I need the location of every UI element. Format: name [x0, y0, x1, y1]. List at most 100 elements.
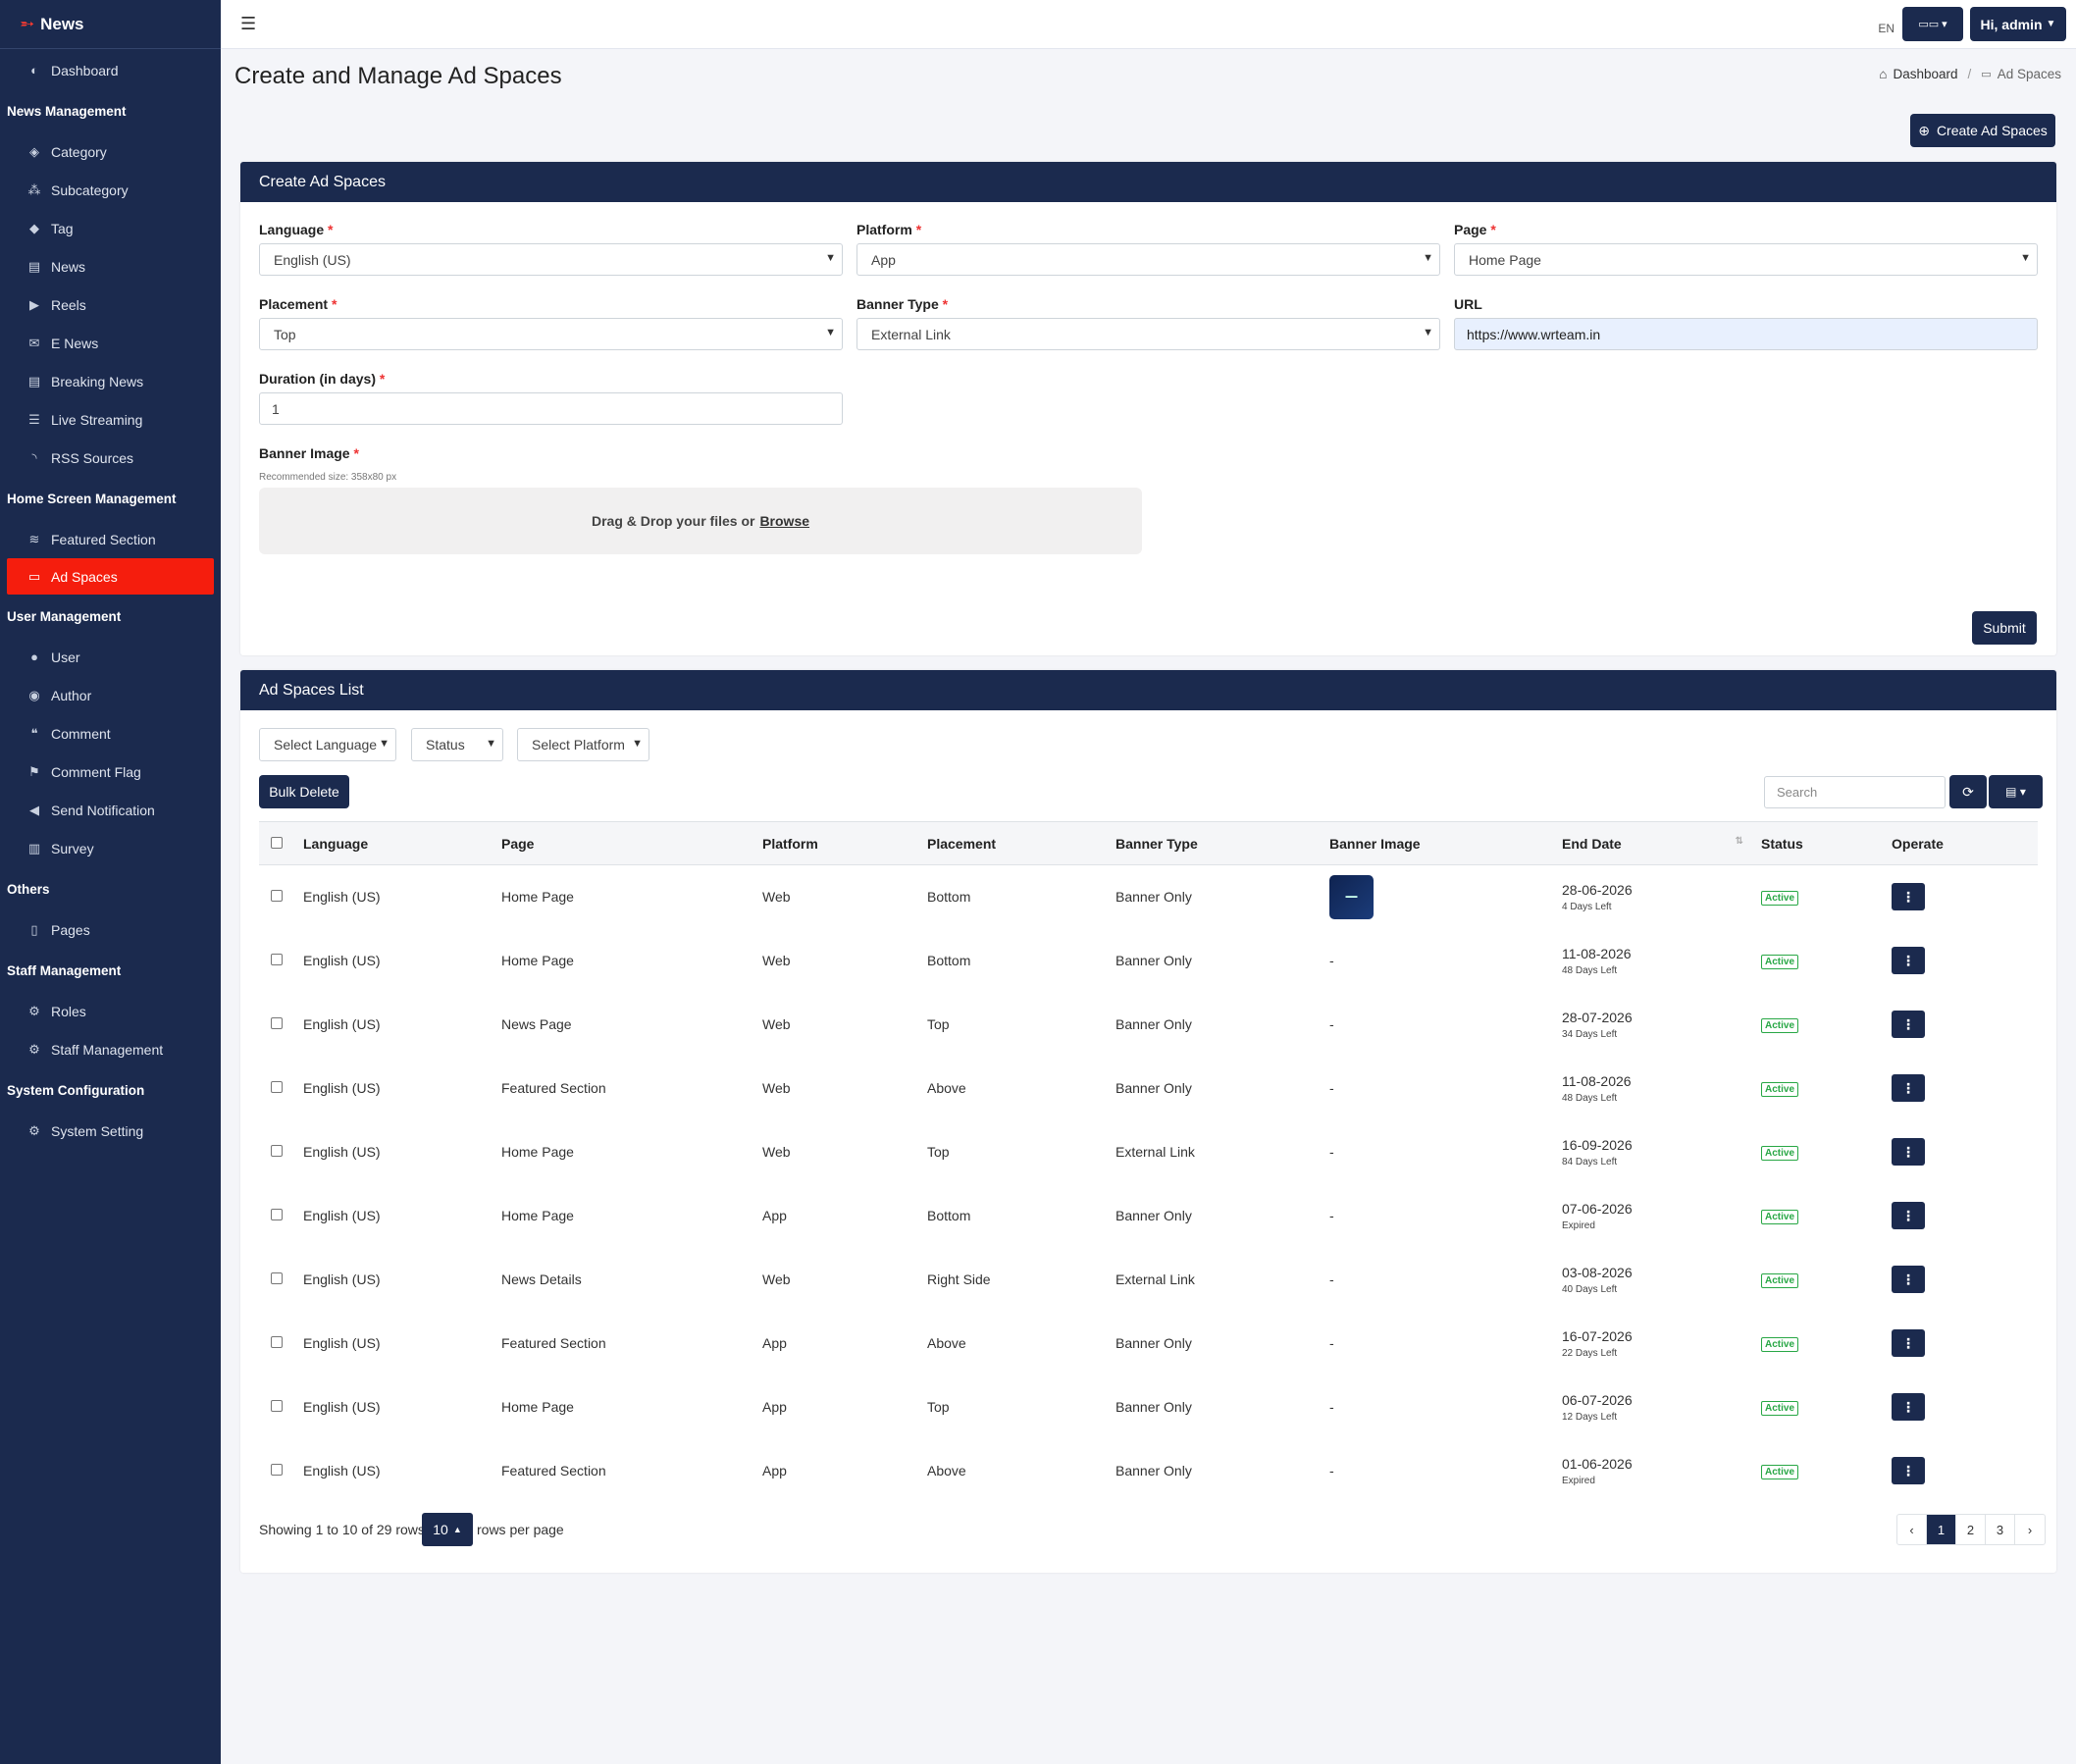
banner-image-empty: - [1329, 1271, 1334, 1287]
banner-type-select[interactable]: External Link ▼ [856, 318, 1440, 350]
sidebar-item-user[interactable]: ● User [0, 638, 221, 676]
sidebar-item-roles[interactable]: ⚙ Roles [0, 992, 221, 1030]
col-banner-image[interactable]: Banner Image [1329, 821, 1562, 865]
refresh-button[interactable]: ⟳ [1949, 775, 1987, 808]
col-page[interactable]: Page [501, 821, 762, 865]
operate-menu-button[interactable]: ⋮ [1892, 1074, 1925, 1102]
row-checkbox[interactable] [271, 1464, 283, 1476]
sidebar-item-survey[interactable]: ▥ Survey [0, 829, 221, 867]
user-menu-button[interactable]: Hi, admin ▼ [1970, 7, 2066, 41]
sidebar-item-e-news[interactable]: ✉ E News [0, 324, 221, 362]
url-input[interactable]: https://www.wrteam.in [1454, 318, 2038, 350]
sidebar-item-featured-section[interactable]: ≋ Featured Section [0, 520, 221, 558]
ad-icon: ▭ [1981, 69, 1992, 80]
days-left: 84 Days Left [1562, 1156, 1618, 1167]
select-language-filter[interactable]: Select Language ▼ [259, 728, 396, 761]
search-input[interactable]: Search [1764, 776, 1946, 808]
ellipsis-vertical-icon: ⋮ [1901, 1271, 1915, 1287]
page-select[interactable]: Home Page ▼ [1454, 243, 2038, 276]
sidebar-item-subcategory[interactable]: ⁂ Subcategory [0, 171, 221, 209]
row-checkbox[interactable] [271, 1272, 283, 1284]
sidebar-item-pages[interactable]: ▯ Pages [0, 910, 221, 949]
operate-menu-button[interactable]: ⋮ [1892, 1202, 1925, 1229]
columns-toggle-button[interactable]: ▤ ▾ [1989, 775, 2043, 808]
row-checkbox[interactable] [271, 1209, 283, 1220]
sidebar-item-label: Staff Management [51, 1041, 164, 1058]
layers-icon: ≋ [28, 531, 40, 546]
pagination-next[interactable]: › [2015, 1515, 2045, 1544]
row-checkbox[interactable] [271, 1145, 283, 1157]
sidebar-item-ad-spaces[interactable]: ▭ Ad Spaces [7, 558, 214, 595]
sidebar-item-dashboard[interactable]: ◐ Dashboard [0, 51, 221, 89]
hamburger-menu-icon[interactable]: ☰ [240, 14, 256, 34]
bulk-delete-button[interactable]: Bulk Delete [259, 775, 349, 808]
pagination-page-1[interactable]: 1 [1927, 1515, 1956, 1544]
row-checkbox[interactable] [271, 954, 283, 965]
operate-menu-button[interactable]: ⋮ [1892, 947, 1925, 974]
sidebar-item-news[interactable]: ▤ News [0, 247, 221, 285]
platform-select[interactable]: App ▼ [856, 243, 1440, 276]
sidebar-item-send-notification[interactable]: ◀ Send Notification [0, 791, 221, 829]
col-end-date[interactable]: End Date ⇅ [1562, 821, 1761, 865]
select-all-cell [259, 821, 303, 865]
row-select-cell [259, 864, 303, 929]
operate-menu-button[interactable]: ⋮ [1892, 1266, 1925, 1293]
operate-menu-button[interactable]: ⋮ [1892, 1011, 1925, 1038]
operate-menu-button[interactable]: ⋮ [1892, 1457, 1925, 1484]
operate-menu-button[interactable]: ⋮ [1892, 883, 1925, 910]
pagination-page-3[interactable]: 3 [1986, 1515, 2015, 1544]
col-status[interactable]: Status [1761, 821, 1892, 865]
cell-status: Active [1761, 992, 1892, 1057]
sidebar-item-label: Breaking News [51, 373, 144, 389]
col-banner-type[interactable]: Banner Type [1116, 821, 1329, 865]
placement-select[interactable]: Top ▼ [259, 318, 843, 350]
cell-page: Home Page [501, 1183, 762, 1248]
banner-thumbnail[interactable]: ▬▬ [1329, 874, 1374, 919]
sidebar-item-comment[interactable]: ❝ Comment [0, 714, 221, 752]
sidebar-item-comment-flag[interactable]: ⚑ Comment Flag [0, 752, 221, 791]
cell-banner-image: ▬▬ [1329, 864, 1562, 929]
pagination-page-2[interactable]: 2 [1956, 1515, 1986, 1544]
breadcrumb-dashboard[interactable]: Dashboard [1893, 67, 1957, 81]
select-platform-filter[interactable]: Select Platform ▼ [517, 728, 649, 761]
col-platform[interactable]: Platform [762, 821, 927, 865]
banner-image-dropzone[interactable]: Drag & Drop your files or Browse [259, 488, 1142, 554]
col-placement[interactable]: Placement [927, 821, 1116, 865]
browse-link[interactable]: Browse [759, 513, 809, 529]
sidebar-item-rss-sources[interactable]: ◝ RSS Sources [0, 439, 221, 477]
status-filter[interactable]: Status ▼ [411, 728, 503, 761]
col-language[interactable]: Language [303, 821, 501, 865]
row-checkbox[interactable] [271, 1081, 283, 1093]
language-select[interactable]: English (US) ▼ [259, 243, 843, 276]
operate-menu-button[interactable]: ⋮ [1892, 1138, 1925, 1166]
select-all-checkbox[interactable] [271, 836, 283, 849]
end-date: 03-08-2026 [1562, 1264, 1633, 1280]
language-switcher-button[interactable]: ▭▭ ▾ [1902, 7, 1963, 41]
table-row: English (US) Featured Section Web Above Bann… [259, 1056, 2038, 1120]
sidebar-item-tag[interactable]: ◆ Tag [0, 209, 221, 247]
sidebar-item-category[interactable]: ◈ Category [0, 132, 221, 171]
row-checkbox[interactable] [271, 1400, 283, 1412]
brand-name: News [40, 14, 84, 33]
operate-menu-button[interactable]: ⋮ [1892, 1329, 1925, 1357]
duration-input[interactable]: 1 [259, 392, 843, 425]
row-checkbox[interactable] [271, 1336, 283, 1348]
bullhorn-icon: ◀ [29, 802, 39, 817]
row-checkbox[interactable] [271, 1017, 283, 1029]
pagination-prev[interactable]: ‹ [1897, 1515, 1927, 1544]
sidebar-item-staff-management[interactable]: ⚙ Staff Management [0, 1030, 221, 1068]
cell-banner-type: Banner Only [1116, 1375, 1329, 1439]
cell-end-date: 16-09-2026 84 Days Left [1562, 1119, 1761, 1184]
sidebar-item-system-setting[interactable]: ⚙ System Setting [0, 1112, 221, 1150]
sidebar-item-live-streaming[interactable]: ☰ Live Streaming [0, 400, 221, 439]
cell-placement: Bottom [927, 864, 1116, 929]
rows-per-page-select[interactable]: 10 ▲ [422, 1513, 473, 1546]
sidebar-item-breaking-news[interactable]: ▤ Breaking News [0, 362, 221, 400]
submit-button[interactable]: Submit [1972, 611, 2037, 645]
sidebar-item-author[interactable]: ◉ Author [0, 676, 221, 714]
operate-menu-button[interactable]: ⋮ [1892, 1393, 1925, 1421]
brand[interactable]: ➵ News [0, 0, 221, 49]
create-ad-spaces-button[interactable]: ⊕ Create Ad Spaces [1910, 114, 2055, 147]
row-checkbox[interactable] [271, 890, 283, 902]
sidebar-item-reels[interactable]: ▶ Reels [0, 285, 221, 324]
